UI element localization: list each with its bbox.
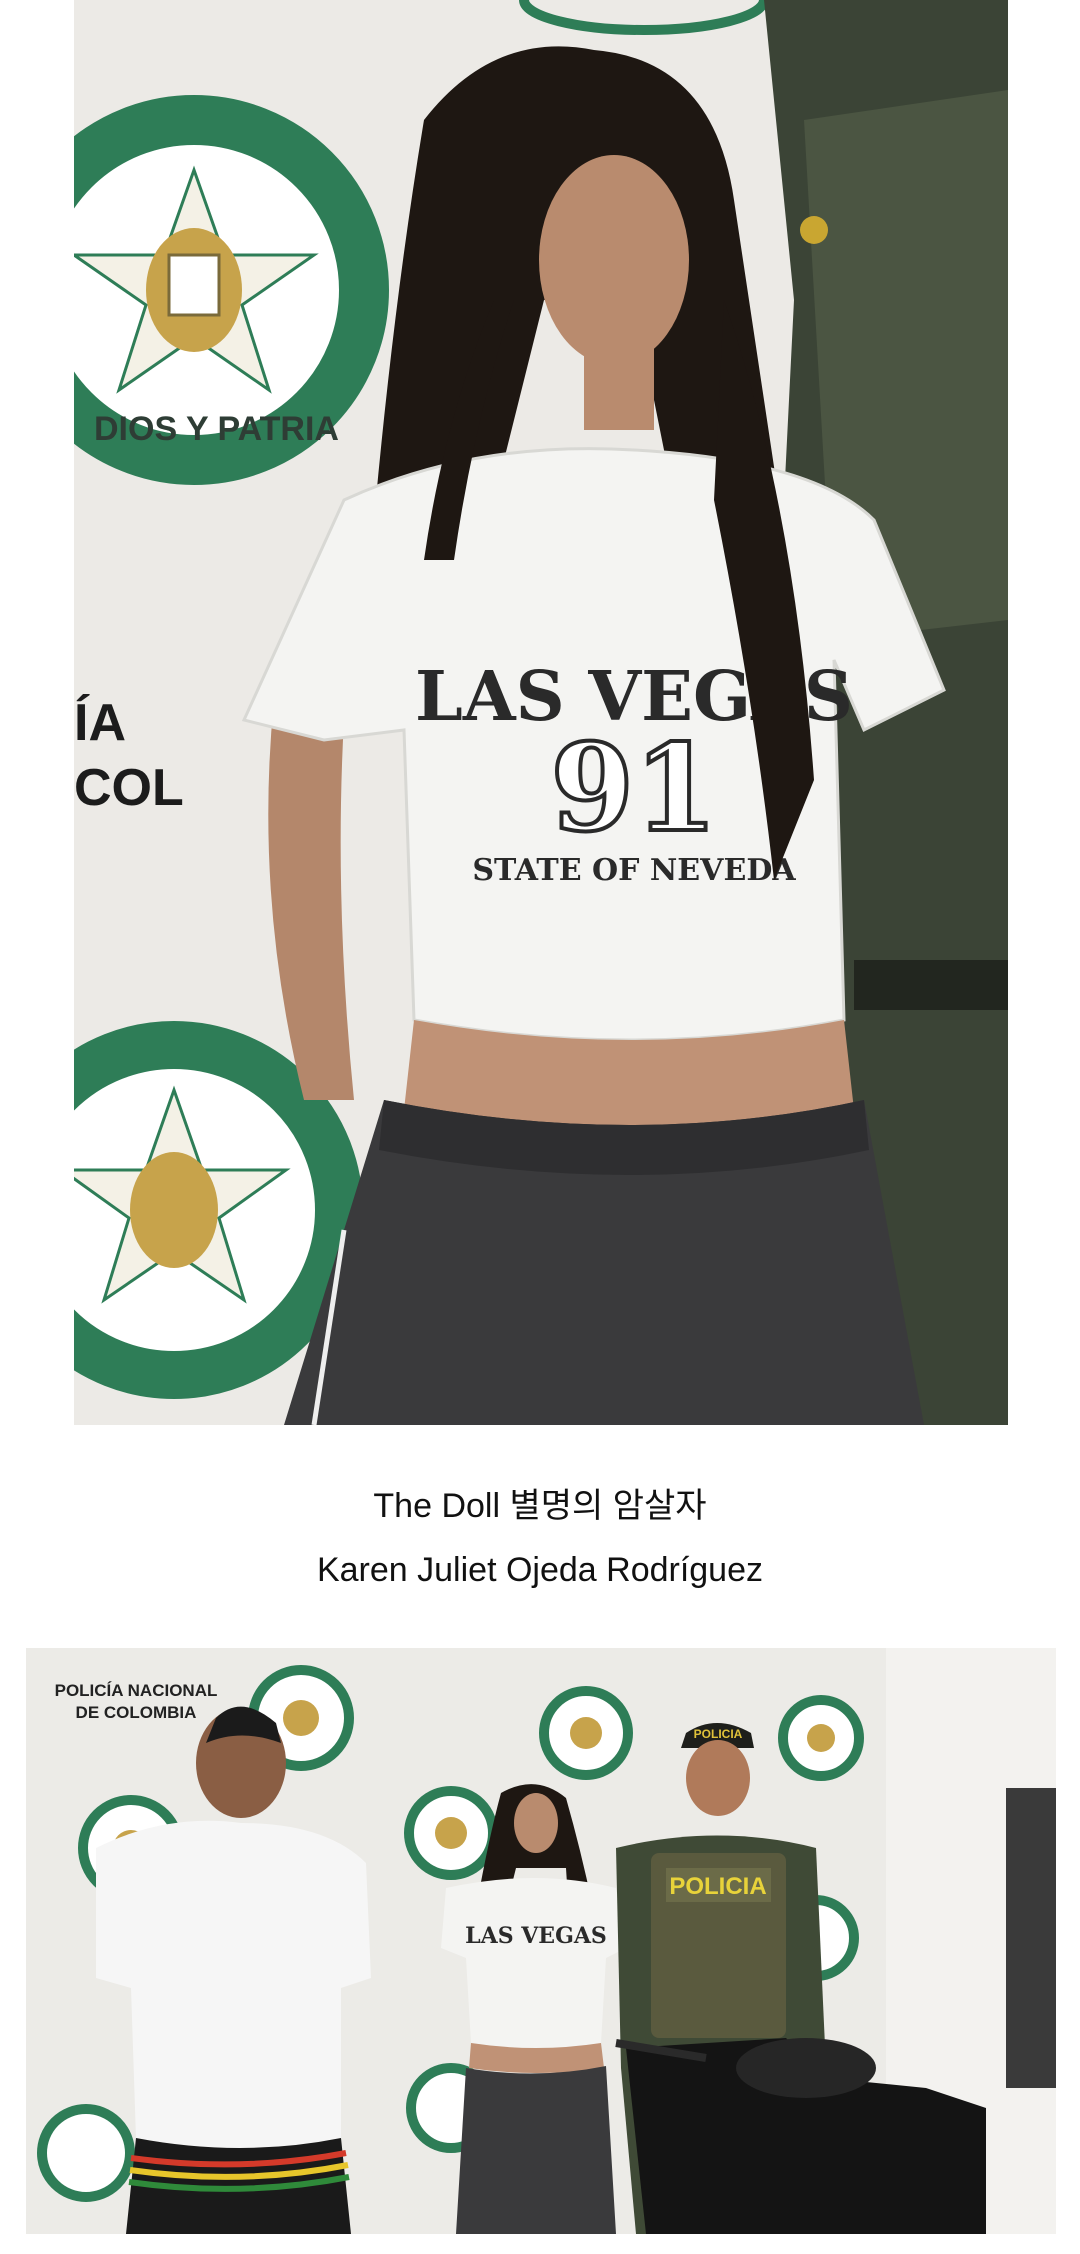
arrest-photo-closeup: DIOS Y PATRIA ÍA COL LAS VEGAS 91 STATE …: [74, 0, 1008, 1425]
police-seal-lower: [74, 1021, 363, 1399]
shirt-print-number: 91: [551, 718, 718, 859]
backdrop-text-col: COL: [74, 759, 184, 817]
caption-full-name: Karen Juliet Ojeda Rodríguez: [316, 1551, 764, 1589]
police-seal-upper: [74, 95, 389, 485]
backdrop-text-ia: ÍA: [74, 694, 126, 752]
arrest-photo-group-image: POLICÍA NACIONAL DE COLOMBIA LAS VEGAS P…: [26, 1648, 1056, 2234]
officer-cap-text: POLICIA: [694, 1727, 743, 1741]
arrest-photo-group: POLICÍA NACIONAL DE COLOMBIA LAS VEGAS P…: [26, 1648, 1056, 2234]
group-shirt-print: LAS VEGAS: [465, 1923, 607, 1949]
officer-vest-text: POLICIA: [669, 1873, 766, 1900]
caption-alias: The Doll 별명의 암살자: [373, 1487, 707, 1525]
arrest-photo-closeup-image: DIOS Y PATRIA ÍA COL LAS VEGAS 91 STATE …: [74, 0, 1008, 1425]
banner-text-colombia: DE COLOMBIA: [76, 1703, 197, 1722]
banner-text-policia: POLICÍA NACIONAL: [55, 1681, 218, 1700]
shirt-print-line2: STATE OF NEVEDA: [472, 853, 796, 888]
seal-motto-text: DIOS Y PATRIA: [94, 410, 339, 448]
